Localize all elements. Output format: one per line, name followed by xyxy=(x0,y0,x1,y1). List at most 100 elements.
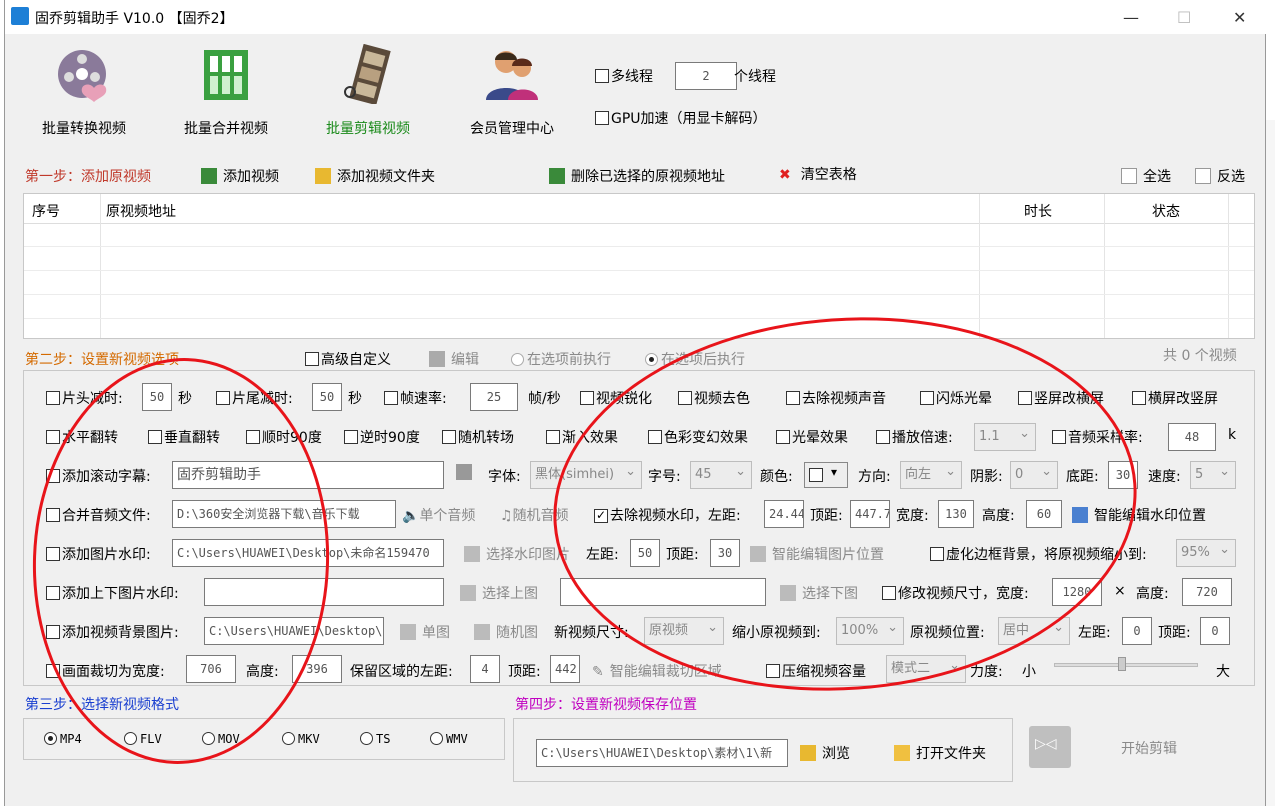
folder-icon xyxy=(315,168,331,184)
format-wmv-radio[interactable]: WMV xyxy=(430,732,468,746)
music-icon: ♫ xyxy=(500,508,513,524)
fps-label: 帧速率: xyxy=(400,391,447,407)
member-center-button[interactable]: 会员管理中心 xyxy=(457,44,567,138)
gpu-label: GPU加速（用显卡解码） xyxy=(611,111,767,127)
blur-select[interactable]: 95% xyxy=(1176,539,1236,567)
random-trans-checkbox[interactable]: 随机转场 xyxy=(442,427,514,447)
format-mp4-radio[interactable]: MP4 xyxy=(44,732,82,746)
fps-input[interactable]: 25 xyxy=(470,383,518,411)
bg-left-input[interactable]: 0 xyxy=(1122,617,1152,645)
image-icon xyxy=(464,546,480,562)
format-mkv-radio[interactable]: MKV xyxy=(282,732,320,746)
bg-top-label: 顶距: xyxy=(1158,625,1191,641)
single-audio-button[interactable]: 🔈单个音频 xyxy=(402,505,475,525)
format-mp4-label: MP4 xyxy=(60,732,82,746)
open-folder-button[interactable]: 打开文件夹 xyxy=(894,743,986,763)
film-merge-icon xyxy=(196,44,256,104)
multithread-label: 多线程 xyxy=(611,69,653,85)
resize-height-input[interactable]: 720 xyxy=(1182,578,1232,606)
font-label: 字体: xyxy=(488,469,521,485)
add-folder-button[interactable]: 添加视频文件夹 xyxy=(315,166,435,186)
delete-selected-label: 删除已选择的原视频地址 xyxy=(571,169,725,185)
delete-selected-button[interactable]: 删除已选择的原视频地址 xyxy=(549,166,725,186)
video-table[interactable]: 序号 原视频地址 时长 状态 xyxy=(23,193,1255,339)
sec-label-2: 秒 xyxy=(348,391,362,407)
app-window: 固乔剪辑助手 V10.0 【固乔2】 — ☐ ✕ 批量转换视频 批量合并视频 批… xyxy=(4,0,1267,806)
brush-icon: ✎ xyxy=(592,664,604,680)
clear-table-button[interactable]: ✖ 清空表格 xyxy=(779,164,857,184)
advanced-checkbox[interactable]: 高级自定义 xyxy=(305,349,391,369)
text-speed-label: 速度: xyxy=(1148,469,1181,485)
batch-edit-button[interactable]: 批量剪辑视频 xyxy=(313,43,423,138)
invert-button[interactable]: 反选 xyxy=(1195,166,1245,186)
document-icon xyxy=(1195,168,1211,184)
large-label: 大 xyxy=(1216,664,1230,680)
start-button[interactable]: 开始剪辑 xyxy=(1121,738,1177,758)
start-icon[interactable]: ▷◁ xyxy=(1029,726,1071,768)
maximize-icon[interactable]: ☐ xyxy=(1177,8,1191,27)
thread-count-input[interactable]: 2 xyxy=(675,62,737,90)
font-settings-icon[interactable] xyxy=(456,464,478,481)
background-edge xyxy=(1266,120,1275,806)
edit-button[interactable]: 编辑 xyxy=(429,349,479,369)
strength-slider-thumb[interactable] xyxy=(1118,657,1126,671)
keep-top-input[interactable]: 442 xyxy=(550,655,580,683)
video-count: 共 0 个视频 xyxy=(1163,348,1237,364)
folder-search-icon xyxy=(800,745,816,761)
random-image-button[interactable]: 随机图 xyxy=(474,622,538,642)
gpu-checkbox[interactable]: GPU加速（用显卡解码） xyxy=(595,108,767,128)
text-speed-select[interactable]: 5 xyxy=(1190,461,1236,489)
choose-up-label: 选择上图 xyxy=(482,586,538,602)
fps-unit: 帧/秒 xyxy=(528,391,561,407)
step1-label: 第一步：添加原视频 xyxy=(25,169,151,185)
invert-label: 反选 xyxy=(1217,169,1245,185)
ccw90-label: 逆时90度 xyxy=(360,430,420,446)
image-icon xyxy=(400,624,416,640)
browse-button[interactable]: 浏览 xyxy=(800,743,850,763)
member-center-label: 会员管理中心 xyxy=(470,121,554,137)
strength-slider[interactable] xyxy=(1054,663,1198,667)
tail-cut-input[interactable]: 50 xyxy=(312,383,342,411)
col-index: 序号 xyxy=(32,204,60,220)
samplerate-input[interactable]: 48 xyxy=(1168,423,1216,451)
close-icon[interactable]: ✕ xyxy=(1233,8,1246,27)
choose-up-button[interactable]: 选择上图 xyxy=(460,583,538,603)
before-radio[interactable]: 在选项前执行 xyxy=(511,349,611,369)
add-folder-label: 添加视频文件夹 xyxy=(337,169,435,185)
select-all-button[interactable]: 全选 xyxy=(1121,166,1171,186)
add-video-button[interactable]: 添加视频 xyxy=(201,166,279,186)
fps-checkbox[interactable]: 帧速率: xyxy=(384,388,447,408)
format-mkv-label: MKV xyxy=(298,732,320,746)
table-header: 序号 原视频地址 时长 状态 xyxy=(24,194,1254,224)
resize-height-label: 高度: xyxy=(1136,586,1169,602)
batch-edit-label: 批量剪辑视频 xyxy=(326,121,410,137)
choose-image-button[interactable]: 选择水印图片 xyxy=(464,544,570,564)
format-ts-label: TS xyxy=(376,732,391,746)
batch-merge-button[interactable]: 批量合并视频 xyxy=(171,44,281,138)
film-strip-icon xyxy=(338,43,398,106)
ccw90-checkbox[interactable]: 逆时90度 xyxy=(344,427,420,447)
minimize-icon[interactable]: — xyxy=(1123,8,1139,27)
edit-label: 编辑 xyxy=(451,352,479,368)
v2h-checkbox[interactable]: 横屏改竖屏 xyxy=(1132,388,1218,408)
batch-merge-label: 批量合并视频 xyxy=(184,121,268,137)
format-ts-radio[interactable]: TS xyxy=(360,732,390,746)
save-panel: C:\Users\HUAWEI\Desktop\素材\1\新 浏览 打开文件夹 xyxy=(513,718,1013,782)
users-icon xyxy=(482,44,542,104)
keep-left-input[interactable]: 4 xyxy=(470,655,500,683)
thread-unit-label: 个线程 xyxy=(734,69,776,85)
add-video-label: 添加视频 xyxy=(223,169,279,185)
before-label: 在选项前执行 xyxy=(527,352,611,368)
edit-icon xyxy=(429,351,445,367)
multithread-checkbox[interactable]: 多线程 xyxy=(595,66,653,86)
keep-left-label: 保留区域的左距: xyxy=(350,664,453,680)
single-image-button[interactable]: 单图 xyxy=(400,622,450,642)
save-path-input[interactable]: C:\Users\HUAWEI\Desktop\素材\1\新 xyxy=(536,739,788,767)
small-label: 小 xyxy=(1022,664,1036,680)
app-icon xyxy=(11,7,29,25)
k-label: k xyxy=(1228,427,1237,443)
batch-convert-label: 批量转换视频 xyxy=(42,121,126,137)
film-delete-icon xyxy=(549,168,565,184)
batch-convert-button[interactable]: 批量转换视频 xyxy=(29,44,139,138)
bg-top-input[interactable]: 0 xyxy=(1200,617,1230,645)
